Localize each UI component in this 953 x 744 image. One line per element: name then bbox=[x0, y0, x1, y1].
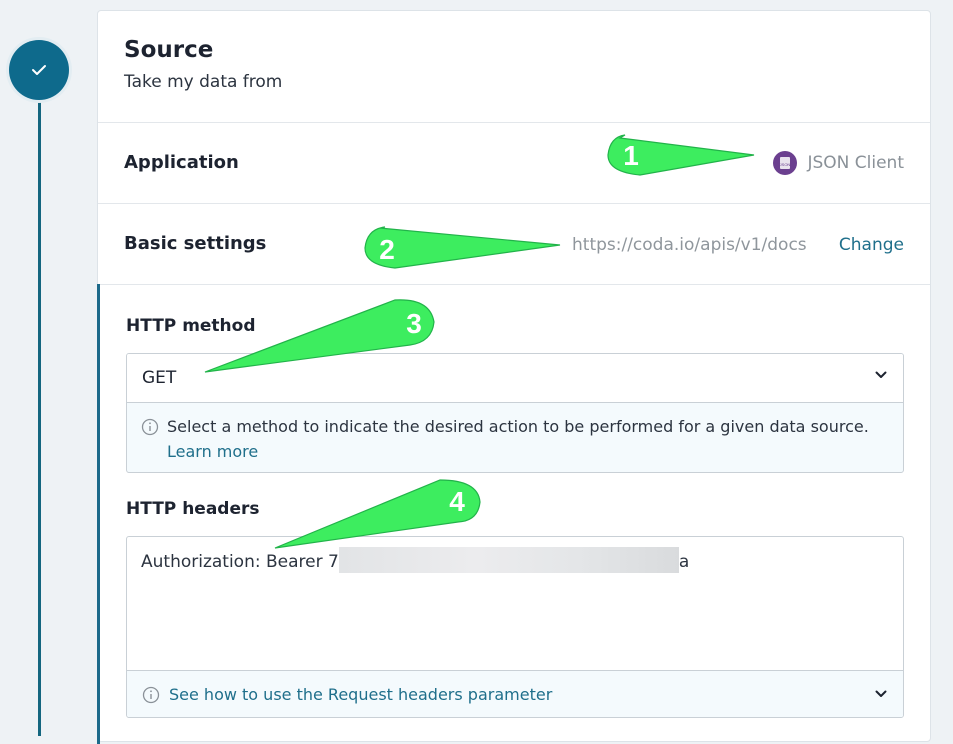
http-headers-value[interactable]: Authorization: Bearer 7 a bbox=[141, 547, 690, 573]
source-card: Source Take my data from Application JSO… bbox=[97, 10, 931, 744]
source-title: Source bbox=[124, 37, 214, 63]
redacted-token bbox=[338, 547, 679, 573]
info-icon bbox=[141, 418, 159, 436]
divider bbox=[98, 203, 930, 204]
step-progress-line bbox=[38, 96, 41, 736]
application-name: JSON Client bbox=[807, 153, 904, 173]
http-headers-value-suffix: a bbox=[678, 552, 690, 572]
step-complete-circle bbox=[9, 40, 69, 100]
http-method-value: GET bbox=[142, 368, 177, 388]
divider bbox=[98, 284, 930, 285]
source-subtitle: Take my data from bbox=[124, 72, 283, 92]
active-section-indicator bbox=[97, 284, 100, 744]
learn-more-link[interactable]: Learn more bbox=[167, 442, 258, 461]
json-client-logo-icon: JSON bbox=[773, 151, 798, 175]
chevron-down-icon[interactable] bbox=[875, 690, 887, 698]
application-label: Application bbox=[124, 152, 239, 173]
basic-settings-url: https://coda.io/apis/v1/docs bbox=[572, 235, 807, 255]
request-headers-help-link[interactable]: See how to use the Request headers param… bbox=[169, 685, 552, 704]
http-method-label: HTTP method bbox=[126, 316, 256, 336]
chevron-down-icon[interactable] bbox=[875, 371, 887, 379]
http-method-dropdown[interactable]: GET bbox=[127, 354, 903, 403]
change-button[interactable]: Change bbox=[839, 235, 904, 255]
json-logo-text: JSON bbox=[780, 162, 791, 167]
http-method-select: GET Select a method to indicate the desi… bbox=[126, 353, 904, 473]
http-headers-help[interactable]: See how to use the Request headers param… bbox=[127, 670, 903, 717]
http-method-help: Select a method to indicate the desired … bbox=[141, 414, 903, 464]
check-icon bbox=[32, 65, 46, 75]
http-headers-value-prefix: Authorization: Bearer 7 bbox=[141, 552, 339, 572]
basic-settings-label: Basic settings bbox=[124, 233, 267, 254]
info-icon bbox=[142, 686, 160, 704]
application-value[interactable]: JSON JSON Client bbox=[773, 151, 904, 175]
http-method-help-text: Select a method to indicate the desired … bbox=[167, 417, 869, 436]
http-headers-textarea[interactable]: Authorization: Bearer 7 a See how to use … bbox=[126, 536, 904, 718]
divider bbox=[98, 122, 930, 123]
http-headers-label: HTTP headers bbox=[126, 499, 260, 519]
